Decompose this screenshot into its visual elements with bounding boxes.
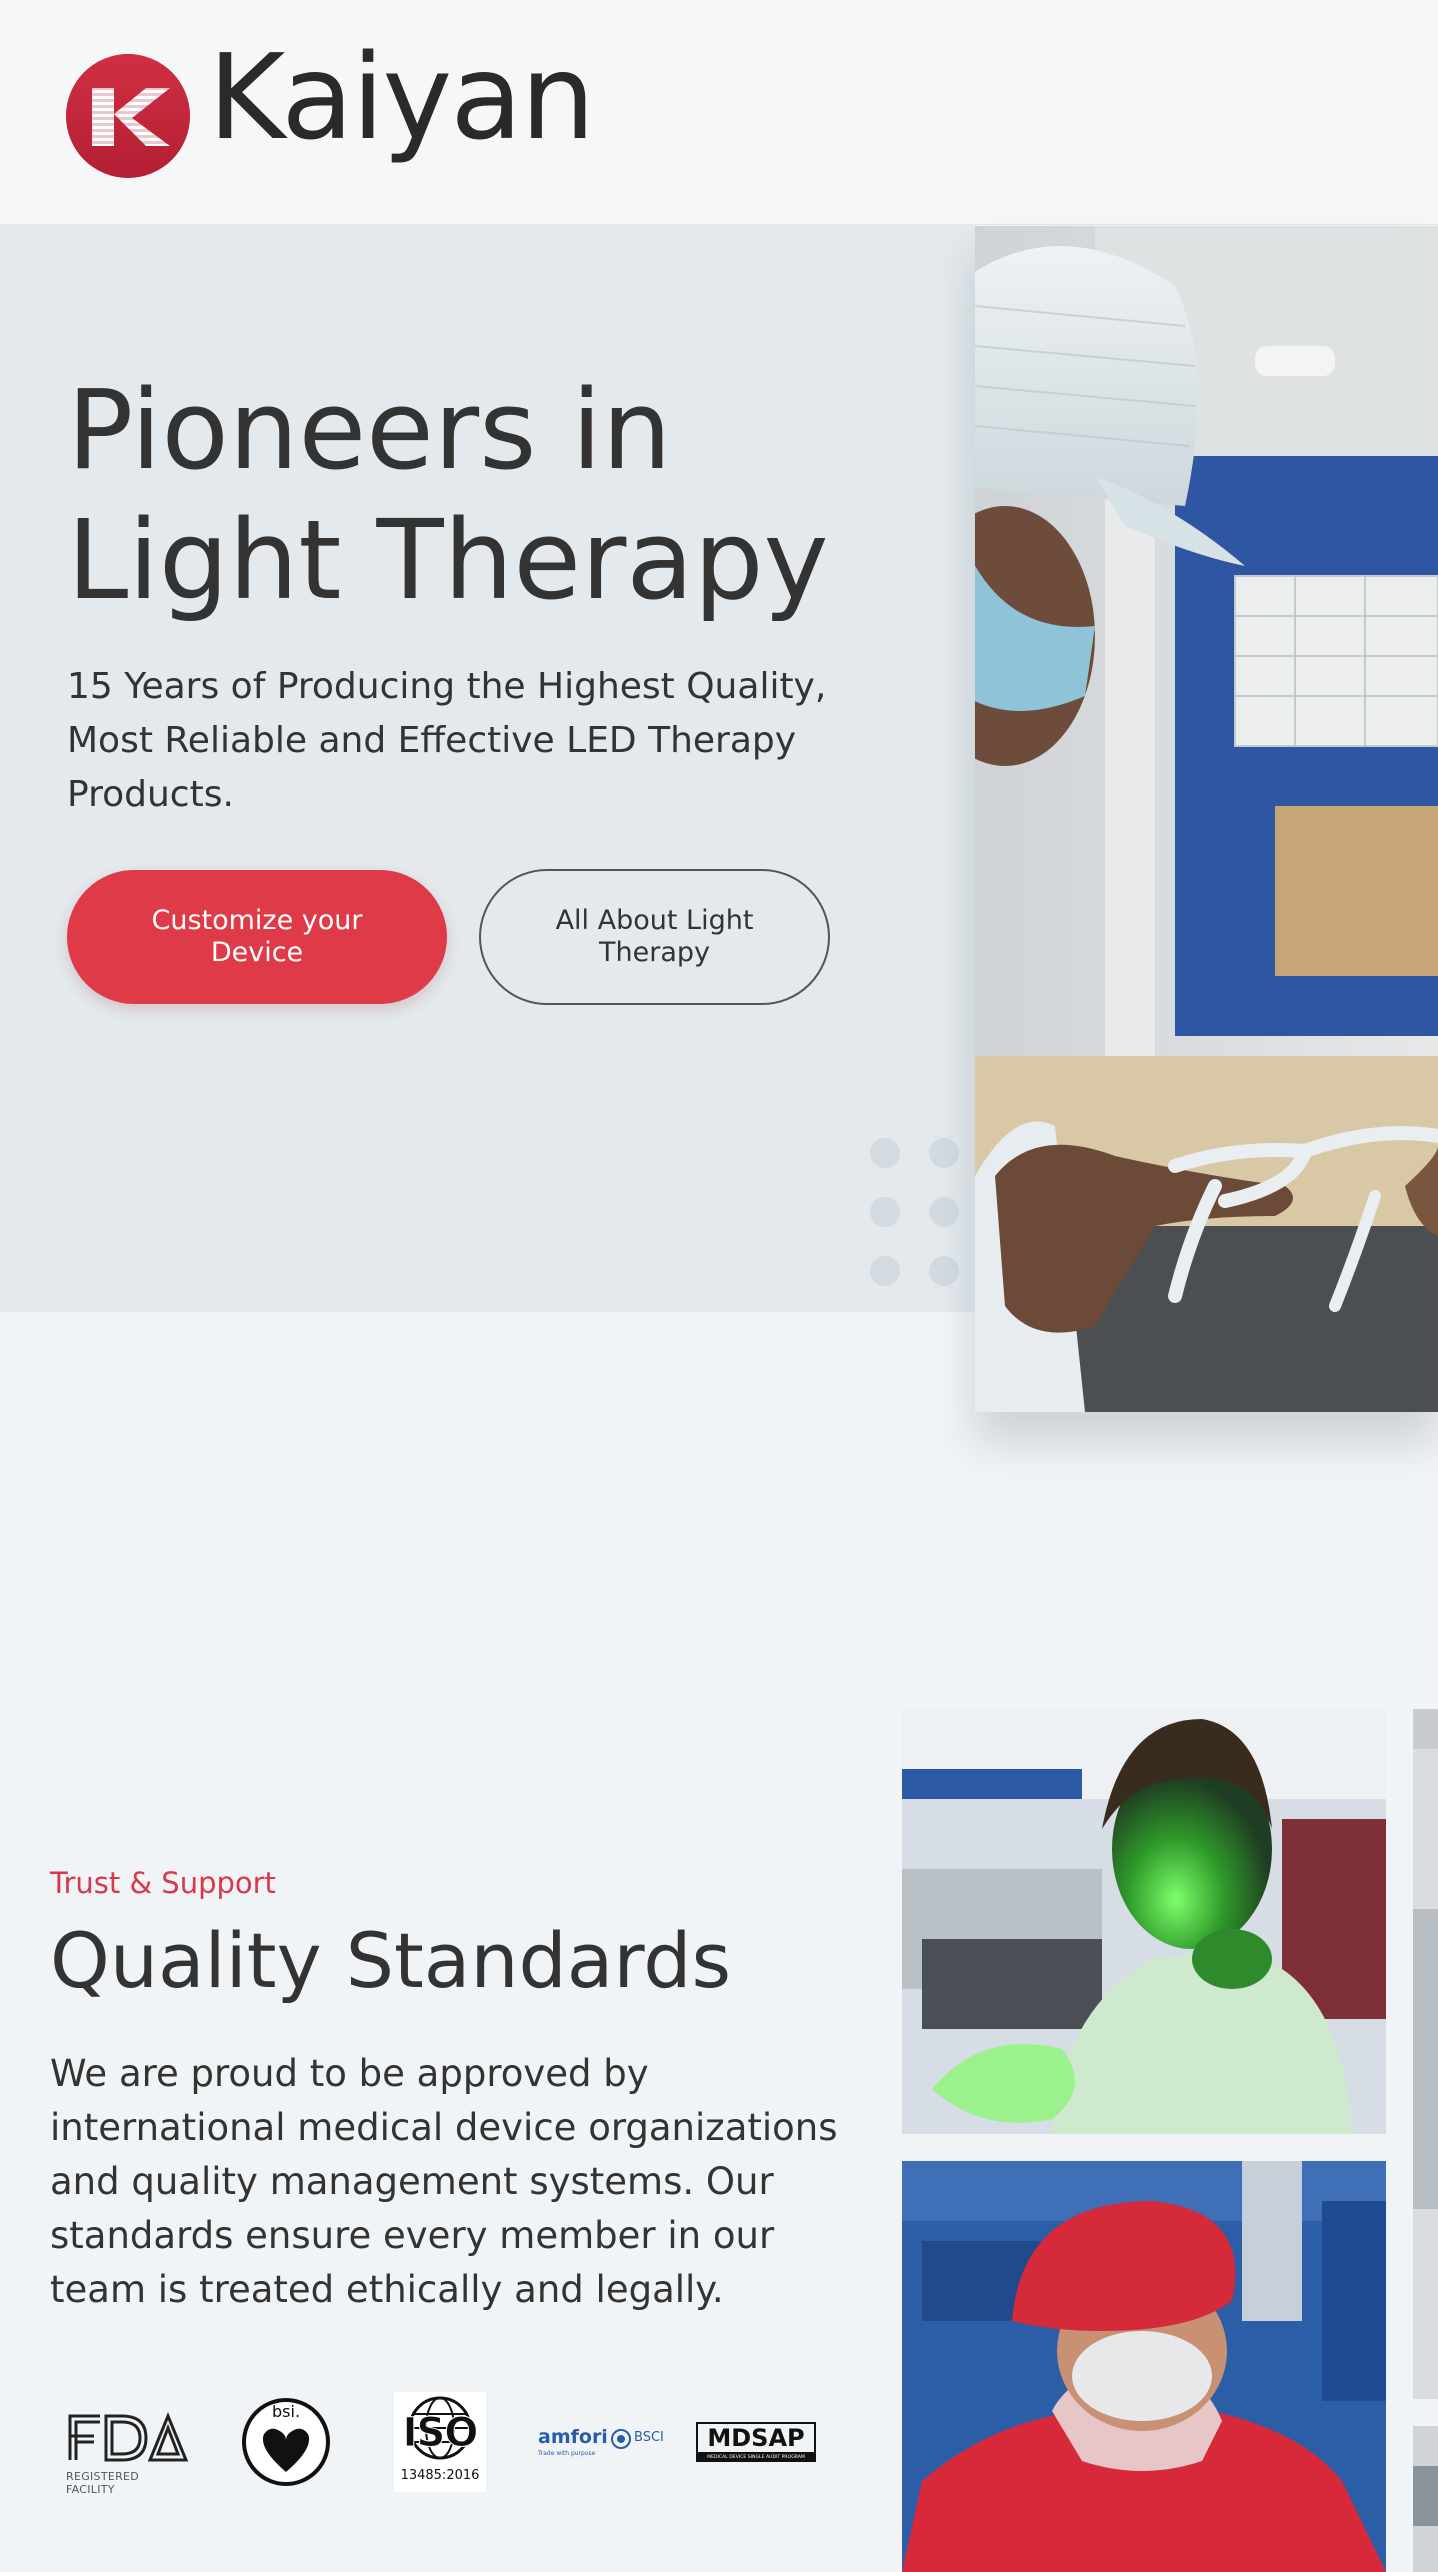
brand-name[interactable]: Kaiyan	[208, 38, 595, 156]
red-cap-worker-photo	[902, 2161, 1386, 2572]
fda-caption: REGISTERED FACILITY	[66, 2470, 140, 2496]
fda-logo: REGISTERED FACILITY	[66, 2410, 190, 2496]
iso-caption: 13485:2016	[400, 2468, 480, 2483]
bsi-label: bsi.	[272, 2402, 301, 2421]
green-light-mask-photo	[902, 1709, 1386, 2134]
bsci-mark-icon	[611, 2429, 631, 2449]
hero-title-line-2: Light Therapy	[67, 496, 829, 624]
amfori-tagline: Trade with purpose	[538, 2450, 596, 2457]
gallery-photo-4	[1413, 2426, 1438, 2572]
hero-title-line-1: Pioneers in	[67, 366, 672, 494]
customize-device-button[interactable]: Customize your Device	[67, 870, 447, 1004]
amfori-bsci-logo: amfori Trade with purpose BSCI	[538, 2426, 668, 2466]
mdsap-label: MDSAP	[696, 2422, 816, 2454]
section-eyebrow: Trust & Support	[50, 1866, 276, 1900]
bsci-label: BSCI	[634, 2430, 664, 2445]
decorative-dots	[870, 1138, 970, 1288]
k-logo-icon[interactable]	[66, 54, 190, 178]
factory-worker-photo	[975, 226, 1438, 1412]
mdsap-caption: MEDICAL DEVICE SINGLE AUDIT PROGRAM	[696, 2454, 816, 2462]
amfori-label: amfori	[538, 2426, 608, 2448]
mdsap-logo: MDSAP MEDICAL DEVICE SINGLE AUDIT PROGRA…	[696, 2422, 816, 2462]
hero-title: Pioneers in Light Therapy	[67, 365, 917, 625]
hero-subtitle: 15 Years of Producing the Highest Qualit…	[67, 666, 827, 815]
site-header: Kaiyan	[0, 0, 1438, 225]
bsi-logo: bsi.	[240, 2396, 332, 2488]
section-description: We are proud to be approved by internati…	[50, 2052, 838, 2311]
certification-logos: REGISTERED FACILITY bsi. ISO 13485:2016 …	[66, 2392, 836, 2496]
section-title: Quality Standards	[50, 1916, 732, 2005]
iso-logo: ISO 13485:2016	[394, 2392, 486, 2492]
gallery-photo-3	[1413, 1709, 1438, 2399]
light-therapy-button[interactable]: All About Light Therapy	[479, 869, 830, 1005]
iso-label: ISO	[402, 2410, 479, 2457]
